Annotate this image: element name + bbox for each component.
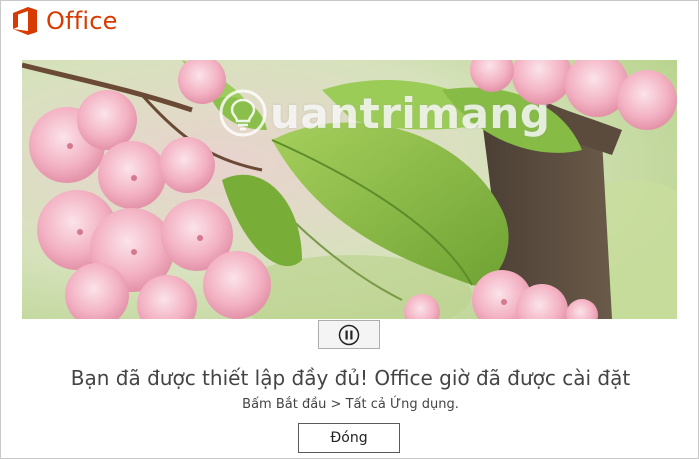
office-brand: Office (11, 5, 118, 37)
slideshow-image: uantrimang (22, 60, 677, 319)
pause-button[interactable] (318, 320, 380, 349)
setup-complete-heading: Bạn đã được thiết lập đầy đủ! Office giờ… (70, 366, 631, 390)
office-setup-window: Office uantrimang Bạn đã được thiết lập … (0, 0, 699, 459)
app-title: Office (46, 7, 118, 35)
start-instructions-text: Bấm Bắt đầu > Tất cả Ứng dụng. (242, 397, 459, 412)
office-logo-icon (13, 7, 37, 35)
pause-icon (338, 324, 360, 345)
close-button[interactable]: Đóng (298, 423, 400, 453)
cherry-blossom-photo (22, 60, 677, 319)
